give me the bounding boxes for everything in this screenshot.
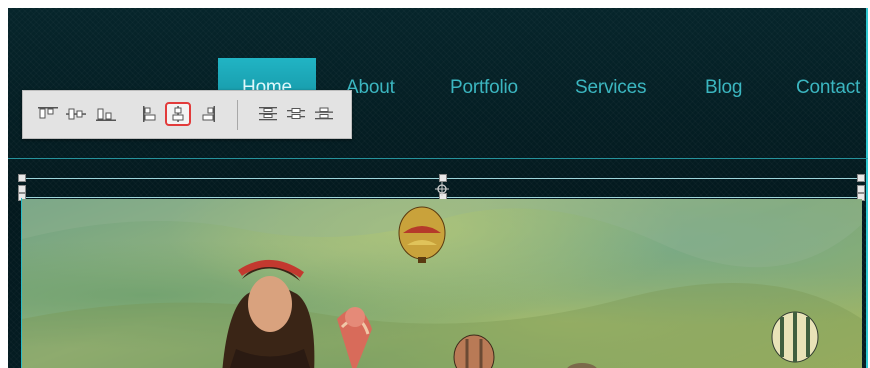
nav-item-blog[interactable]: Blog: [705, 58, 742, 118]
nav-item-portfolio[interactable]: Portfolio: [450, 58, 518, 118]
woman-figure: [222, 260, 315, 368]
align-left-icon[interactable]: [137, 102, 163, 126]
distribute-bottom-icon[interactable]: [311, 102, 337, 126]
hot-air-balloon-top: [398, 206, 446, 263]
nav-item-services[interactable]: Services: [575, 58, 646, 118]
align-vertical-center-icon[interactable]: [63, 102, 89, 126]
resize-handle-top-left[interactable]: [18, 174, 26, 182]
header-divider: [8, 158, 868, 159]
hero-image-illustration: [22, 199, 862, 368]
resize-handle-top-right[interactable]: [857, 174, 865, 182]
align-horizontal-center-icon[interactable]: [165, 102, 191, 126]
toolbar-separator: [237, 100, 238, 130]
align-bottom-icon[interactable]: [93, 102, 119, 126]
align-right-icon[interactable]: [195, 102, 221, 126]
website-canvas: Home About Portfolio Services Blog Conta…: [8, 8, 868, 368]
align-top-icon[interactable]: [35, 102, 61, 126]
rotation-center-icon[interactable]: [434, 181, 450, 197]
nav-item-about[interactable]: About: [346, 58, 395, 118]
hot-air-balloon-right: [771, 311, 819, 363]
hero-image[interactable]: [22, 199, 862, 368]
alignment-toolbar: [22, 90, 352, 139]
resize-handle-middle-left[interactable]: [18, 185, 26, 193]
nav-item-contact[interactable]: Contact: [796, 58, 860, 118]
resize-handle-middle-right[interactable]: [857, 185, 865, 193]
selection-bounding-box[interactable]: [18, 174, 865, 201]
distribute-center-icon[interactable]: [283, 102, 309, 126]
distribute-top-icon[interactable]: [255, 102, 281, 126]
